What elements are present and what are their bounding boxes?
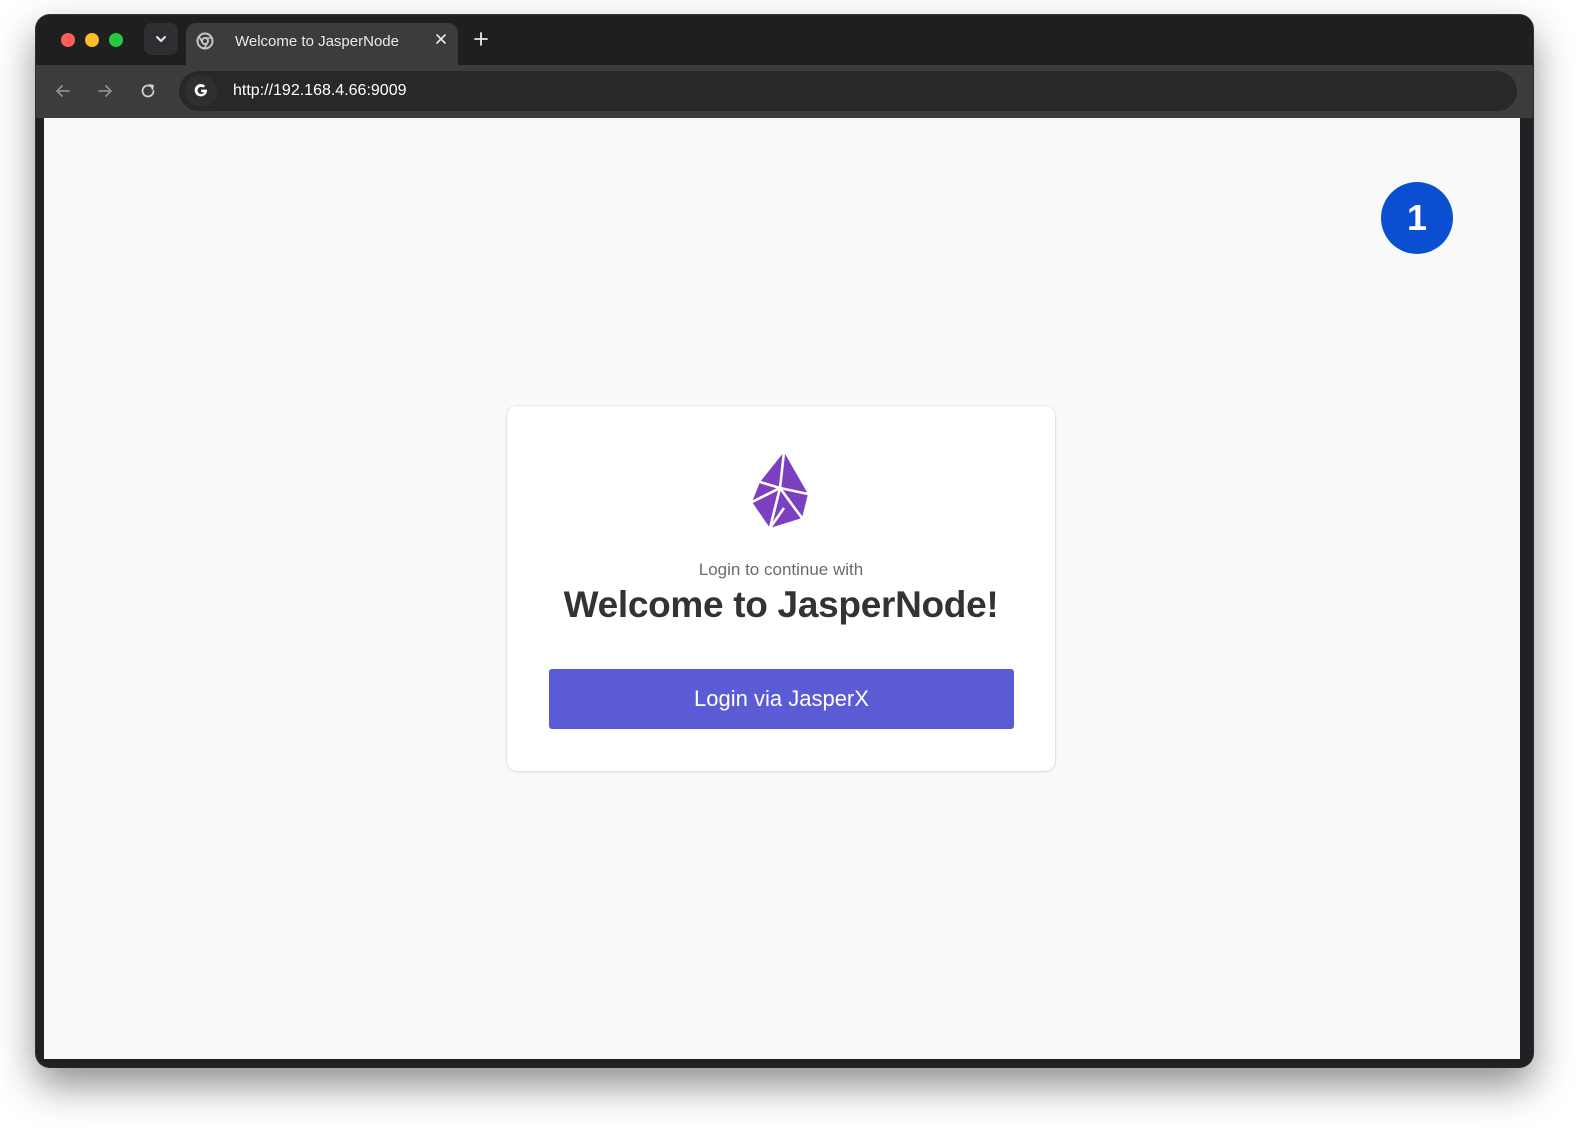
- back-button[interactable]: [51, 79, 75, 103]
- step-number-badge: 1: [1381, 182, 1453, 254]
- jaspernode-logo-icon: [751, 451, 809, 529]
- close-tab-button[interactable]: [431, 29, 451, 49]
- plus-icon: [474, 32, 488, 46]
- back-arrow-icon: [56, 85, 70, 97]
- address-bar[interactable]: http://192.168.4.66:9009: [179, 71, 1517, 111]
- google-g-icon: [194, 84, 207, 97]
- tab-active[interactable]: Welcome to JasperNode: [186, 23, 458, 67]
- page-viewport: 1 Login to continue with Welcome to Jasp…: [44, 118, 1520, 1059]
- window-close-button[interactable]: [61, 33, 75, 47]
- tab-title: Welcome to JasperNode: [235, 33, 399, 50]
- reload-icon: [141, 84, 155, 98]
- page-title: Welcome to JasperNode!: [563, 584, 999, 625]
- chrome-favicon-icon: [196, 32, 214, 50]
- chevron-down-icon: [156, 36, 166, 42]
- window-minimize-button[interactable]: [85, 33, 99, 47]
- site-info-button[interactable]: [185, 75, 217, 107]
- browser-toolbar: http://192.168.4.66:9009: [36, 65, 1533, 118]
- browser-window: Welcome to JasperNode http://192.168.4.6…: [36, 15, 1533, 1067]
- window-maximize-button[interactable]: [109, 33, 123, 47]
- login-subtitle: Login to continue with: [698, 560, 864, 579]
- new-tab-button[interactable]: [471, 29, 491, 49]
- reload-button[interactable]: [136, 79, 160, 103]
- login-card: Login to continue with Welcome to Jasper…: [507, 406, 1055, 771]
- url-text[interactable]: http://192.168.4.66:9009: [233, 82, 406, 100]
- tab-strip: Welcome to JasperNode: [36, 15, 1533, 67]
- close-icon: [436, 34, 446, 44]
- forward-button[interactable]: [93, 79, 117, 103]
- login-via-jasperx-button[interactable]: Login via JasperX: [549, 669, 1014, 729]
- tab-search-button[interactable]: [144, 23, 178, 55]
- forward-arrow-icon: [98, 85, 112, 97]
